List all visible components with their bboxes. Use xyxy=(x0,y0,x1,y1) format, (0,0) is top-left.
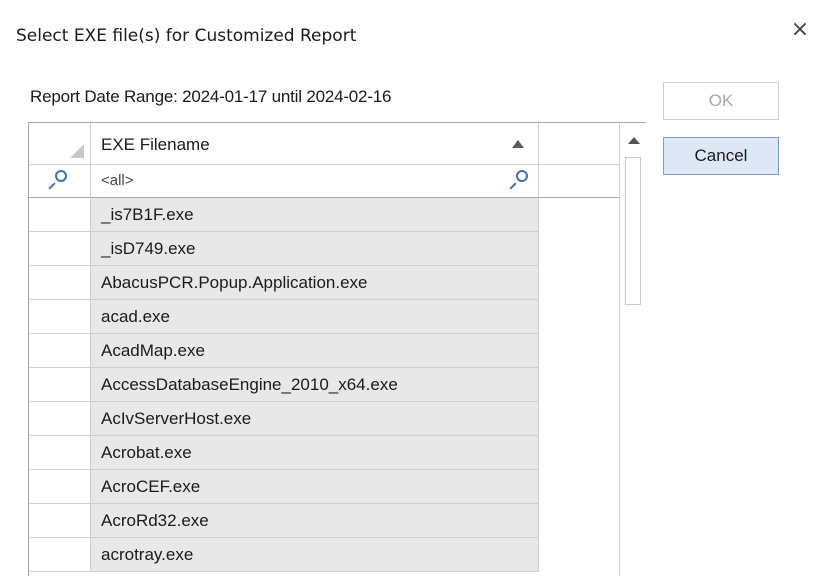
row-header-cell[interactable] xyxy=(29,368,91,402)
table-row[interactable]: _isD749.exe xyxy=(29,232,619,266)
table-row[interactable]: AccessDatabaseEngine_2010_x64.exe xyxy=(29,368,619,402)
search-icon xyxy=(508,170,528,192)
row-header-cell[interactable] xyxy=(29,470,91,504)
cancel-button[interactable]: Cancel xyxy=(663,137,779,175)
exe-file-grid: EXE Filename <all> _is7B1F.exe _isD749.ex… xyxy=(28,122,647,576)
exe-filename-cell[interactable]: Acrobat.exe xyxy=(91,436,539,470)
table-row[interactable]: AbacusPCR.Popup.Application.exe xyxy=(29,266,619,300)
dialog-title: Select EXE file(s) for Customized Report xyxy=(16,26,357,46)
exe-filename-cell[interactable]: AcIvServerHost.exe xyxy=(91,402,539,436)
scroll-up-arrow-icon[interactable] xyxy=(628,137,640,144)
ok-button[interactable]: OK xyxy=(663,82,779,120)
filter-empty-cell xyxy=(539,165,619,198)
close-icon[interactable]: × xyxy=(788,18,812,42)
row-header-cell[interactable] xyxy=(29,402,91,436)
row-header-cell[interactable] xyxy=(29,436,91,470)
row-header-cell[interactable] xyxy=(29,198,91,232)
exe-filename-cell[interactable]: acrotray.exe xyxy=(91,538,539,572)
column-header-empty xyxy=(539,123,619,165)
grid-rows: _is7B1F.exe _isD749.exe AbacusPCR.Popup.Ap… xyxy=(29,198,619,572)
table-row[interactable]: AcroCEF.exe xyxy=(29,470,619,504)
search-icon xyxy=(47,170,67,192)
row-header-cell[interactable] xyxy=(29,300,91,334)
report-date-range: Report Date Range: 2024-01-17 until 2024… xyxy=(30,87,392,106)
exe-filename-cell[interactable]: AcroRd32.exe xyxy=(91,504,539,538)
exe-filename-cell[interactable]: AcadMap.exe xyxy=(91,334,539,368)
scrollbar-thumb[interactable] xyxy=(625,157,641,305)
sort-ascending-icon xyxy=(512,140,524,148)
filter-input-exe-filename[interactable]: <all> xyxy=(91,165,539,198)
row-header-cell[interactable] xyxy=(29,266,91,300)
row-header-cell[interactable] xyxy=(29,538,91,572)
exe-filename-cell[interactable]: acad.exe xyxy=(91,300,539,334)
column-header-exe-filename[interactable]: EXE Filename xyxy=(91,123,539,165)
table-row[interactable]: acrotray.exe xyxy=(29,538,619,572)
corner-triangle-icon xyxy=(70,144,84,158)
filter-value: <all> xyxy=(101,172,134,189)
exe-filename-cell[interactable]: AccessDatabaseEngine_2010_x64.exe xyxy=(91,368,539,402)
exe-filename-cell[interactable]: AcroCEF.exe xyxy=(91,470,539,504)
filter-row-header[interactable] xyxy=(29,165,91,198)
exe-filename-cell[interactable]: _is7B1F.exe xyxy=(91,198,539,232)
row-header-cell[interactable] xyxy=(29,232,91,266)
customized-report-dialog: Select EXE file(s) for Customized Report… xyxy=(0,0,822,576)
exe-filename-cell[interactable]: _isD749.exe xyxy=(91,232,539,266)
column-header-label: EXE Filename xyxy=(101,135,210,154)
table-row[interactable]: AcadMap.exe xyxy=(29,334,619,368)
table-row[interactable]: Acrobat.exe xyxy=(29,436,619,470)
table-row[interactable]: AcIvServerHost.exe xyxy=(29,402,619,436)
exe-filename-cell[interactable]: AbacusPCR.Popup.Application.exe xyxy=(91,266,539,300)
row-header-cell[interactable] xyxy=(29,504,91,538)
row-header-cell[interactable] xyxy=(29,334,91,368)
table-row[interactable]: acad.exe xyxy=(29,300,619,334)
select-all-corner[interactable] xyxy=(29,123,91,165)
table-row[interactable]: AcroRd32.exe xyxy=(29,504,619,538)
table-row[interactable]: _is7B1F.exe xyxy=(29,198,619,232)
vertical-scrollbar[interactable] xyxy=(619,123,647,576)
